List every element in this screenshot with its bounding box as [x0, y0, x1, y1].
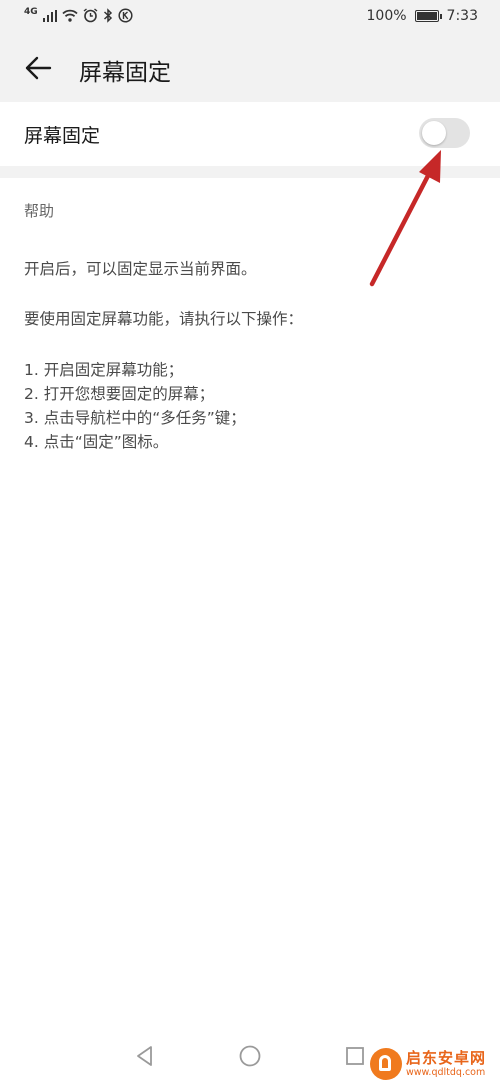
status-icons-left: 4G	[24, 6, 133, 23]
nav-back-triangle-icon	[137, 1046, 152, 1066]
wifi-icon	[62, 9, 78, 22]
page-title: 屏幕固定	[79, 60, 171, 86]
bluetooth-icon	[103, 8, 112, 23]
battery-percent: 100%	[366, 8, 407, 24]
status-bar: 4G 100% 7:33	[0, 0, 500, 34]
help-steps-list: 1. 开启固定屏幕功能； 2. 打开您想要固定的屏幕； 3. 点击导航栏中的“多…	[24, 358, 246, 454]
alarm-icon	[83, 8, 98, 23]
back-arrow-icon	[25, 56, 52, 80]
help-step: 1. 开启固定屏幕功能；	[24, 361, 184, 379]
nav-home-circle-icon	[239, 1045, 261, 1067]
signal-icon	[42, 9, 57, 22]
nav-recents-button[interactable]	[341, 1042, 369, 1070]
status-icons-right: 100% 7:33	[367, 8, 478, 24]
back-button[interactable]	[18, 48, 58, 88]
help-step: 4. 点击“固定”图标。	[24, 433, 169, 451]
setting-label: 屏幕固定	[24, 125, 101, 147]
site-watermark: 启东安卓网 www.qdltdq.com	[370, 1046, 498, 1082]
toggle-knob	[422, 121, 446, 145]
app-bar: 屏幕固定	[0, 34, 500, 102]
watermark-url: www.qdltdq.com	[406, 1066, 486, 1078]
help-step: 2. 打开您想要固定的屏幕；	[24, 385, 215, 403]
help-lead: 要使用固定屏幕功能，请执行以下操作：	[24, 310, 304, 328]
help-intro: 开启后，可以固定显示当前界面。	[24, 260, 257, 278]
k-badge-icon	[118, 8, 133, 23]
section-divider	[0, 166, 500, 178]
nav-back-button[interactable]	[131, 1042, 159, 1070]
watermark-title: 启东安卓网	[406, 1048, 487, 1067]
battery-icon	[414, 10, 442, 22]
help-section: 帮助	[24, 200, 484, 221]
screen-pinning-toggle[interactable]	[419, 118, 470, 148]
nav-recents-square-icon	[346, 1047, 364, 1065]
nav-home-button[interactable]	[236, 1042, 264, 1070]
help-step: 3. 点击导航栏中的“多任务”键；	[24, 409, 246, 427]
network-type-label: 4G	[24, 6, 38, 17]
help-header: 帮助	[24, 202, 55, 220]
watermark-logo-icon	[370, 1048, 402, 1080]
clock-time: 7:33	[446, 8, 478, 24]
